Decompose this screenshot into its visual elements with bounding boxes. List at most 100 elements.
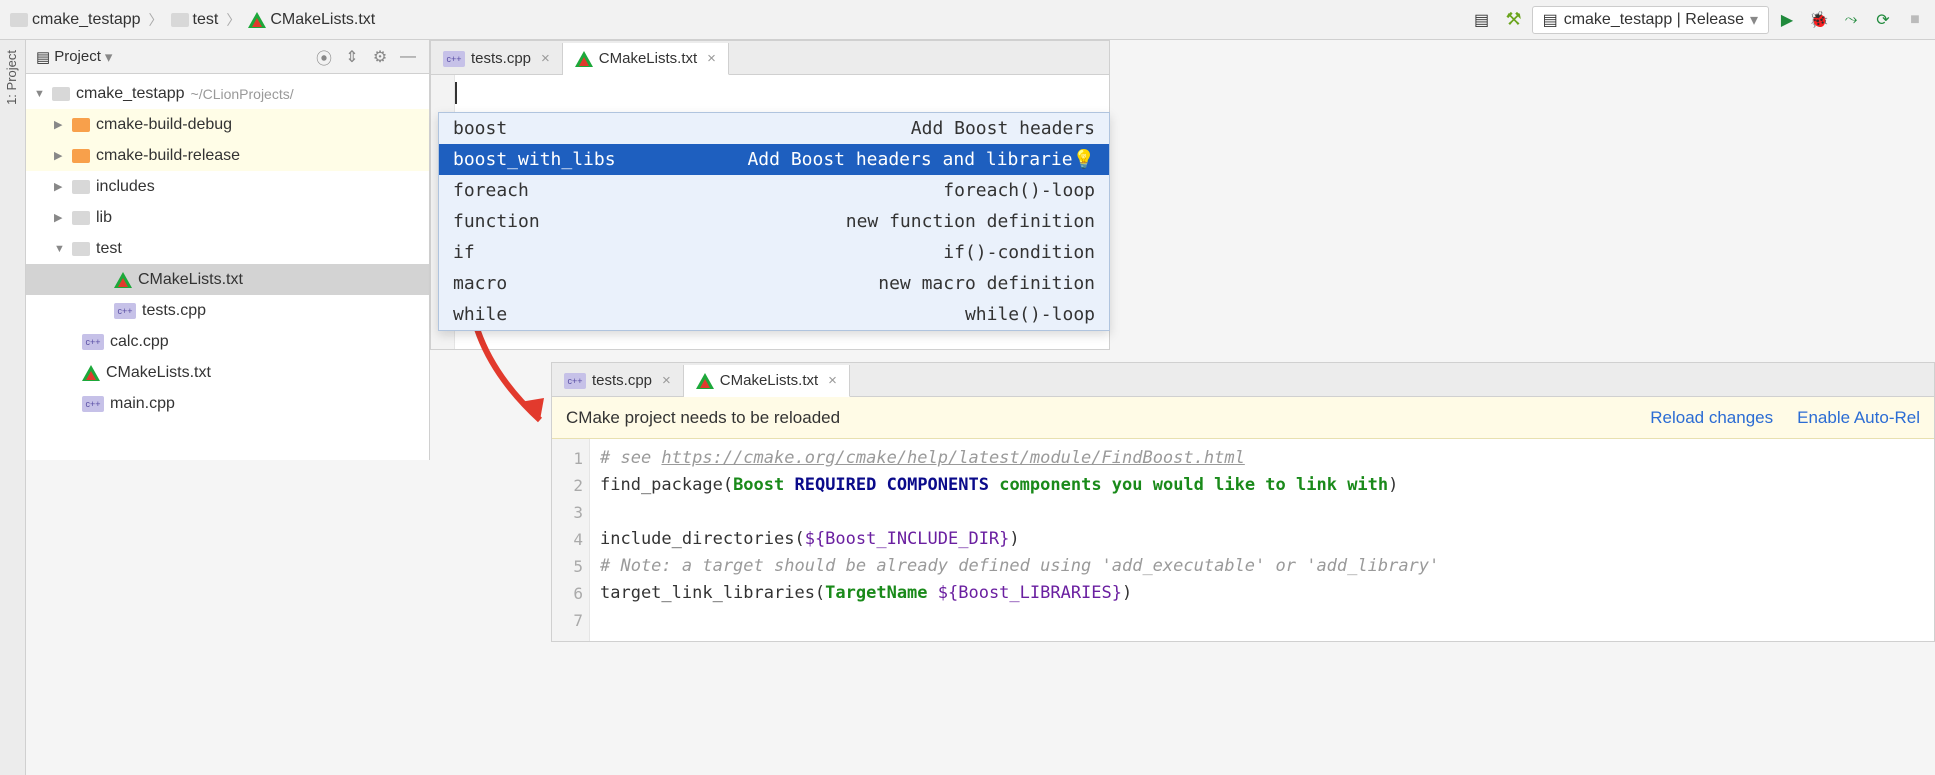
tab-cmakelists[interactable]: CMakeLists.txt ×	[563, 43, 729, 75]
debug-button[interactable]: 🐞	[1805, 6, 1833, 34]
cpp-file-icon: c++	[443, 51, 465, 67]
line-number: 2	[552, 472, 583, 499]
run-target-icon: ▤	[1543, 10, 1558, 30]
project-tool-tab[interactable]: 1: Project	[0, 40, 23, 115]
completion-name: while	[453, 304, 507, 325]
profile-button[interactable]: ⤳	[1837, 6, 1865, 34]
tree-root[interactable]: ▼ cmake_testapp ~/CLionProjects/	[26, 78, 429, 109]
tree-file-cmakelists[interactable]: CMakeLists.txt	[26, 357, 429, 388]
code-token: REQUIRED	[784, 475, 876, 495]
tree-label: lib	[96, 209, 112, 227]
side-tab-label: 1: Project	[4, 50, 19, 105]
cpp-file-icon: c++	[564, 373, 586, 389]
tree-label: cmake_testapp	[76, 85, 185, 103]
code-token: TargetName	[825, 583, 927, 603]
completion-popup: boost Add Boost headers boost_with_libs …	[438, 112, 1110, 331]
project-tree: ▼ cmake_testapp ~/CLionProjects/ ▶ cmake…	[26, 74, 429, 423]
stop-button[interactable]: ■	[1901, 6, 1929, 34]
completion-name: boost	[453, 118, 507, 139]
tab-tests-cpp[interactable]: c++ tests.cpp ×	[552, 365, 684, 396]
gear-icon[interactable]: ⚙	[369, 46, 391, 68]
run-config-label: cmake_testapp | Release	[1564, 11, 1744, 29]
chevron-down-icon: ▾	[1750, 10, 1758, 30]
code-url[interactable]: https://cmake.org/cmake/help/latest/modu…	[661, 448, 1244, 468]
close-icon[interactable]: ×	[707, 50, 716, 67]
chevron-right-icon: 〉	[149, 10, 163, 30]
breadcrumb-item-file[interactable]: CMakeLists.txt	[244, 9, 379, 31]
hide-icon[interactable]: —	[397, 46, 419, 68]
expand-arrow-icon[interactable]: ▼	[34, 88, 46, 100]
close-icon[interactable]: ×	[828, 372, 837, 389]
tree-folder[interactable]: ▶ includes	[26, 171, 429, 202]
completion-desc: Add Boost headers	[911, 118, 1095, 139]
collapse-icon[interactable]: ⇕	[341, 46, 363, 68]
breadcrumb-item-folder[interactable]: test	[167, 9, 223, 31]
reload-changes-link[interactable]: Reload changes	[1650, 408, 1773, 428]
code-token: components you would like to link with	[989, 475, 1388, 495]
code-token: # Note: a target should be already defin…	[600, 556, 1439, 576]
cmake-icon	[82, 365, 100, 381]
run-configuration-selector[interactable]: ▤ cmake_testapp | Release ▾	[1532, 6, 1769, 34]
tree-label: CMakeLists.txt	[106, 364, 211, 382]
breadcrumb: cmake_testapp 〉 test 〉 CMakeLists.txt	[6, 9, 379, 31]
completion-name: function	[453, 211, 540, 232]
tree-folder[interactable]: ▼ test	[26, 233, 429, 264]
folder-icon	[52, 87, 70, 101]
tree-folder[interactable]: ▶ cmake-build-debug	[26, 109, 429, 140]
completion-item[interactable]: if if()-condition	[439, 237, 1109, 268]
tree-folder[interactable]: ▶ cmake-build-release	[26, 140, 429, 171]
expand-arrow-icon[interactable]: ▶	[54, 180, 66, 193]
chevron-right-icon: 〉	[226, 10, 240, 30]
completion-item-selected[interactable]: boost_with_libs Add Boost headers and li…	[439, 144, 1109, 175]
banner-text: CMake project needs to be reloaded	[566, 408, 840, 428]
code-editor[interactable]: # see https://cmake.org/cmake/help/lates…	[590, 439, 1449, 641]
coverage-button[interactable]: ⟳	[1869, 6, 1897, 34]
code-token: Boost	[733, 475, 784, 495]
breadcrumb-item-root[interactable]: cmake_testapp	[6, 9, 145, 31]
expand-arrow-icon[interactable]: ▶	[54, 211, 66, 224]
tree-file-cpp[interactable]: c++ tests.cpp	[26, 295, 429, 326]
tab-tests-cpp[interactable]: c++ tests.cpp ×	[431, 43, 563, 74]
close-icon[interactable]: ×	[662, 372, 671, 389]
build-button[interactable]: ⚒	[1500, 6, 1528, 34]
expand-arrow-icon[interactable]: ▶	[54, 118, 66, 131]
completion-item[interactable]: while while()-loop	[439, 299, 1109, 330]
completion-name: boost_with_libs	[453, 149, 616, 170]
tree-path: ~/CLionProjects/	[191, 86, 294, 102]
tree-folder[interactable]: ▶ lib	[26, 202, 429, 233]
folder-icon	[72, 211, 90, 225]
run-target-icon[interactable]: ▤	[1468, 6, 1496, 34]
cmake-icon	[114, 272, 132, 288]
chevron-down-icon: ▾	[105, 48, 113, 66]
caret	[455, 82, 457, 104]
completion-name: foreach	[453, 180, 529, 201]
line-number: 5	[552, 553, 583, 580]
completion-desc: while()-loop	[965, 304, 1095, 325]
tab-label: CMakeLists.txt	[599, 50, 697, 67]
completion-item[interactable]: function new function definition	[439, 206, 1109, 237]
expand-arrow-icon[interactable]: ▼	[54, 243, 66, 255]
code-token: )	[1009, 529, 1019, 549]
locate-icon[interactable]: ⦿	[313, 46, 335, 68]
tab-cmakelists[interactable]: CMakeLists.txt ×	[684, 365, 850, 397]
run-button[interactable]: ▶	[1773, 6, 1801, 34]
left-tool-stripe: 1: Project	[0, 40, 26, 775]
folder-icon	[72, 118, 90, 132]
cmake-icon	[696, 373, 714, 389]
line-number: 3	[552, 499, 583, 526]
tree-file-cpp[interactable]: c++ main.cpp	[26, 388, 429, 419]
completion-item[interactable]: macro new macro definition	[439, 268, 1109, 299]
tree-file-cpp[interactable]: c++ calc.cpp	[26, 326, 429, 357]
pane-title[interactable]: ▤ Project ▾	[36, 48, 112, 66]
expand-arrow-icon[interactable]: ▶	[54, 149, 66, 162]
enable-auto-reload-link[interactable]: Enable Auto-Rel	[1797, 408, 1920, 428]
code-token: ${Boost_INCLUDE_DIR}	[805, 529, 1010, 549]
cmake-icon	[575, 51, 593, 67]
folder-icon	[72, 242, 90, 256]
code-area: 1 2 3 4 5 6 7 # see https://cmake.org/cm…	[552, 439, 1934, 641]
completion-item[interactable]: boost Add Boost headers	[439, 113, 1109, 144]
completion-desc: new macro definition	[878, 273, 1095, 294]
close-icon[interactable]: ×	[541, 50, 550, 67]
tree-file-cmakelists[interactable]: CMakeLists.txt	[26, 264, 429, 295]
completion-item[interactable]: foreach foreach()-loop	[439, 175, 1109, 206]
